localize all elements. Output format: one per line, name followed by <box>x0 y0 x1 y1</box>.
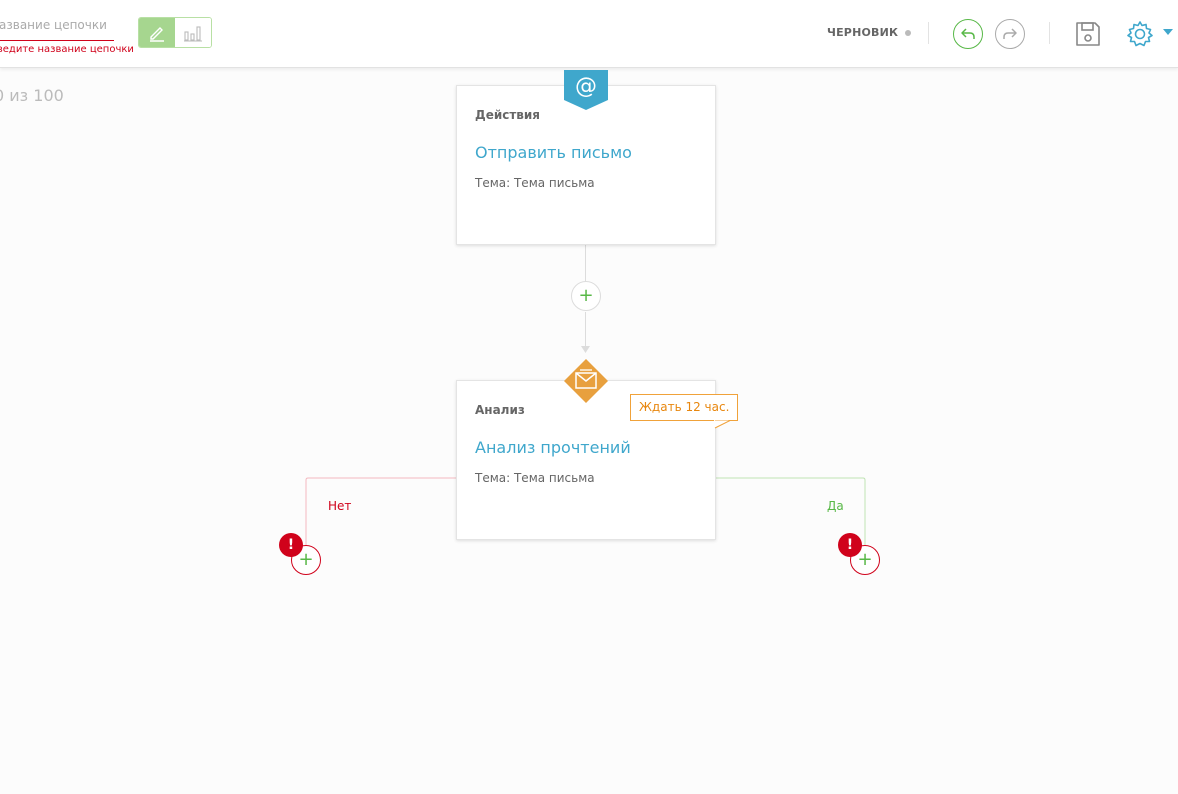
settings-button[interactable] <box>1124 18 1156 50</box>
chevron-down-icon[interactable] <box>1163 29 1173 35</box>
toolbar-divider <box>1049 22 1050 44</box>
edit-mode-button[interactable] <box>139 18 175 47</box>
chain-name-error: Введите название цепочки <box>0 44 134 55</box>
pencil-icon <box>150 26 164 42</box>
node-kind-label: Действия <box>475 108 541 122</box>
add-step-button[interactable]: + <box>571 281 601 311</box>
arrow-down-icon <box>581 346 590 353</box>
branch-no-label: Нет <box>328 499 352 513</box>
warning-icon: ! <box>279 533 303 557</box>
floppy-disk-icon <box>1076 22 1100 46</box>
contacts-counter: 0 из 100 <box>0 86 64 105</box>
envelope-icon <box>564 359 608 403</box>
mode-toggle <box>138 17 212 48</box>
status-label: ЧЕРНОВИК <box>827 26 899 39</box>
node-kind-label: Анализ <box>475 403 525 417</box>
redo-button[interactable] <box>995 19 1025 49</box>
undo-button[interactable] <box>953 19 983 49</box>
redo-icon <box>1003 28 1017 39</box>
warning-icon: ! <box>838 533 862 557</box>
chain-name-field-wrap <box>0 14 114 41</box>
svg-text:@: @ <box>575 74 597 99</box>
undo-icon <box>961 28 975 39</box>
at-sign-icon: @ <box>564 70 608 110</box>
chain-name-input[interactable] <box>0 14 114 36</box>
branch-yes-label: Да <box>827 499 844 513</box>
wait-delay-tag[interactable]: Ждать 12 час. <box>630 394 739 421</box>
toolbar-divider <box>928 22 929 44</box>
bar-chart-icon <box>184 25 202 42</box>
top-toolbar: Введите название цепочки ЧЕРНОВИК <box>0 0 1178 68</box>
node-title-link[interactable]: Отправить письмо <box>475 143 632 162</box>
node-title-link[interactable]: Анализ прочтений <box>475 438 631 457</box>
gear-icon <box>1127 21 1153 47</box>
node-subject: Тема: Тема письма <box>475 471 595 485</box>
status-dot <box>905 29 912 36</box>
stats-mode-button[interactable] <box>175 18 211 47</box>
tag-pointer <box>714 420 732 429</box>
node-subject: Тема: Тема письма <box>475 176 595 190</box>
save-button[interactable] <box>1073 19 1103 49</box>
draft-status: ЧЕРНОВИК <box>827 26 912 39</box>
